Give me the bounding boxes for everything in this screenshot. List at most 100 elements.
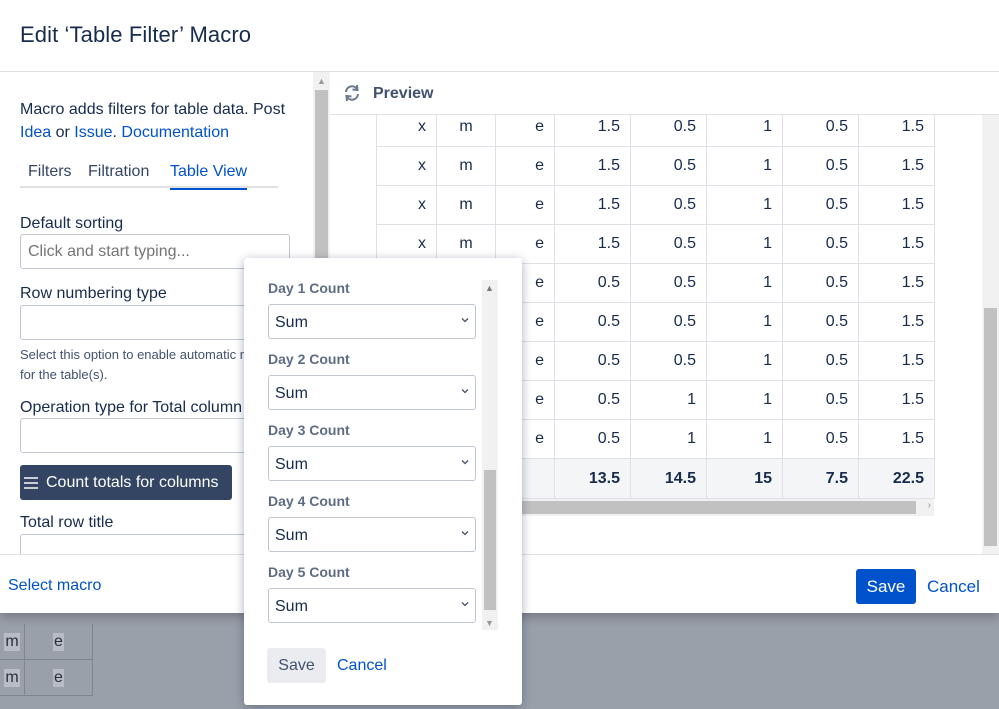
dialog-title: Edit ‘Table Filter’ Macro: [20, 22, 252, 47]
table-cell: 1.5: [554, 224, 631, 264]
select-value: Sum: [275, 456, 308, 473]
popup-cancel-button[interactable]: Cancel: [337, 657, 387, 675]
table-cell: 0.5: [630, 341, 707, 381]
table-cell: 0.5: [782, 419, 859, 459]
table-cell: e: [495, 146, 555, 186]
table-cell: 0.5: [554, 380, 631, 420]
cancel-button[interactable]: Cancel: [927, 577, 980, 597]
table-cell: 1: [706, 263, 783, 303]
table-row: x m e 1.5 0.5 1 0.5 1.5: [376, 146, 935, 186]
table-cell: 1.5: [858, 419, 935, 459]
background-cell: e: [25, 660, 93, 696]
table-cell: 1.5: [858, 302, 935, 342]
table-cell: 1: [706, 115, 783, 147]
preview-header: Preview: [330, 72, 999, 115]
background-cell: m: [0, 624, 25, 660]
table-cell: 0.5: [782, 263, 859, 303]
popup-scrollbar[interactable]: ▲ ▼: [482, 280, 498, 630]
day-count-label: Day 2 Count: [268, 351, 350, 367]
table-cell: 1.5: [858, 263, 935, 303]
tab-filters[interactable]: Filters: [28, 162, 72, 188]
issue-link[interactable]: Issue: [74, 124, 112, 141]
scroll-up-arrow-icon[interactable]: ▲: [317, 76, 326, 86]
table-cell: 0.5: [782, 302, 859, 342]
or-text: or: [51, 124, 75, 141]
day-count-label: Day 1 Count: [268, 280, 350, 296]
table-cell: 0.5: [630, 263, 707, 303]
table-cell: 0.5: [630, 224, 707, 264]
table-cell: x: [376, 185, 437, 225]
day-count-operation-select[interactable]: Sum: [268, 588, 476, 623]
table-cell: 1.5: [858, 115, 935, 147]
table-cell: 0.5: [782, 341, 859, 381]
preview-vertical-scrollbar[interactable]: [982, 115, 999, 554]
day-count-operation-select[interactable]: Sum: [268, 375, 476, 410]
select-value: Sum: [275, 385, 308, 402]
count-totals-popup: Day 1 Count Sum Day 2 Count Sum Day 3 Count S…: [244, 258, 522, 705]
count-totals-label: Count totals for columns: [46, 473, 219, 491]
tab-filtration[interactable]: Filtration: [88, 162, 149, 188]
table-cell: 0.5: [782, 115, 859, 147]
chevron-down-icon: [461, 460, 469, 465]
count-totals-button[interactable]: Count totals for columns: [20, 465, 232, 500]
scroll-up-arrow-icon[interactable]: ▲: [485, 283, 494, 293]
operation-type-label: Operation type for Total column: [20, 399, 243, 416]
table-cell: 0.5: [782, 224, 859, 264]
table-cell: 1.5: [554, 115, 631, 147]
table-cell: e: [495, 185, 555, 225]
chevron-down-icon: [461, 318, 469, 323]
settings-tabs: Filters Filtration Table View: [20, 162, 278, 190]
table-cell: 0.5: [630, 146, 707, 186]
day-count-label: Day 3 Count: [268, 422, 350, 438]
day-count-label: Day 4 Count: [268, 493, 350, 509]
table-cell: 0.5: [782, 146, 859, 186]
scrollbar-thumb[interactable]: [984, 308, 997, 546]
table-cell: m: [436, 185, 496, 225]
table-cell: m: [436, 146, 496, 186]
table-cell: 0.5: [554, 419, 631, 459]
background-cell: m: [0, 660, 25, 696]
table-cell: 1: [706, 224, 783, 264]
scroll-down-arrow-icon[interactable]: ▼: [485, 618, 494, 628]
table-cell: 1.5: [858, 224, 935, 264]
table-cell: 1: [706, 419, 783, 459]
day-count-operation-select[interactable]: Sum: [268, 517, 476, 552]
documentation-link[interactable]: Documentation: [121, 124, 229, 141]
day-count-operation-select[interactable]: Sum: [268, 446, 476, 481]
table-cell: 1.5: [858, 146, 935, 186]
row-numbering-label: Row numbering type: [20, 285, 167, 302]
table-cell: 1.5: [858, 185, 935, 225]
total-cell: 14.5: [630, 458, 707, 499]
table-cell: 1: [706, 146, 783, 186]
dialog-header: Edit ‘Table Filter’ Macro: [0, 0, 999, 72]
menu-icon: [24, 476, 38, 489]
description-text: Macro adds filters for table data. Post: [20, 101, 286, 118]
table-cell: 0.5: [554, 341, 631, 381]
refresh-icon[interactable]: [342, 83, 362, 103]
day-count-operation-select[interactable]: Sum: [268, 304, 476, 339]
select-value: Sum: [275, 598, 308, 615]
table-row: x m e 1.5 0.5 1 0.5 1.5: [376, 185, 935, 225]
table-cell: 0.5: [630, 185, 707, 225]
table-cell: 1: [630, 380, 707, 420]
chevron-down-icon: [461, 389, 469, 394]
save-button[interactable]: Save: [856, 569, 916, 604]
select-macro-link[interactable]: Select macro: [8, 577, 101, 595]
table-cell: e: [495, 115, 555, 147]
table-cell: 0.5: [782, 185, 859, 225]
total-cell: 22.5: [858, 458, 935, 499]
idea-link[interactable]: Idea: [20, 124, 51, 141]
scroll-right-arrow-icon[interactable]: ›: [928, 500, 931, 511]
table-cell: 1.5: [554, 146, 631, 186]
tab-table-view[interactable]: Table View: [170, 162, 248, 190]
table-cell: 0.5: [554, 263, 631, 303]
total-cell: 15: [706, 458, 783, 499]
select-value: Sum: [275, 314, 308, 331]
popup-field-list: Day 1 Count Sum Day 2 Count Sum Day 3 Count S…: [244, 258, 522, 633]
table-cell: 1: [706, 341, 783, 381]
table-cell: 1.5: [858, 341, 935, 381]
popup-save-button[interactable]: Save: [267, 648, 326, 683]
table-cell: 0.5: [782, 380, 859, 420]
scrollbar-thumb[interactable]: [484, 470, 496, 610]
table-cell: 1.5: [554, 185, 631, 225]
